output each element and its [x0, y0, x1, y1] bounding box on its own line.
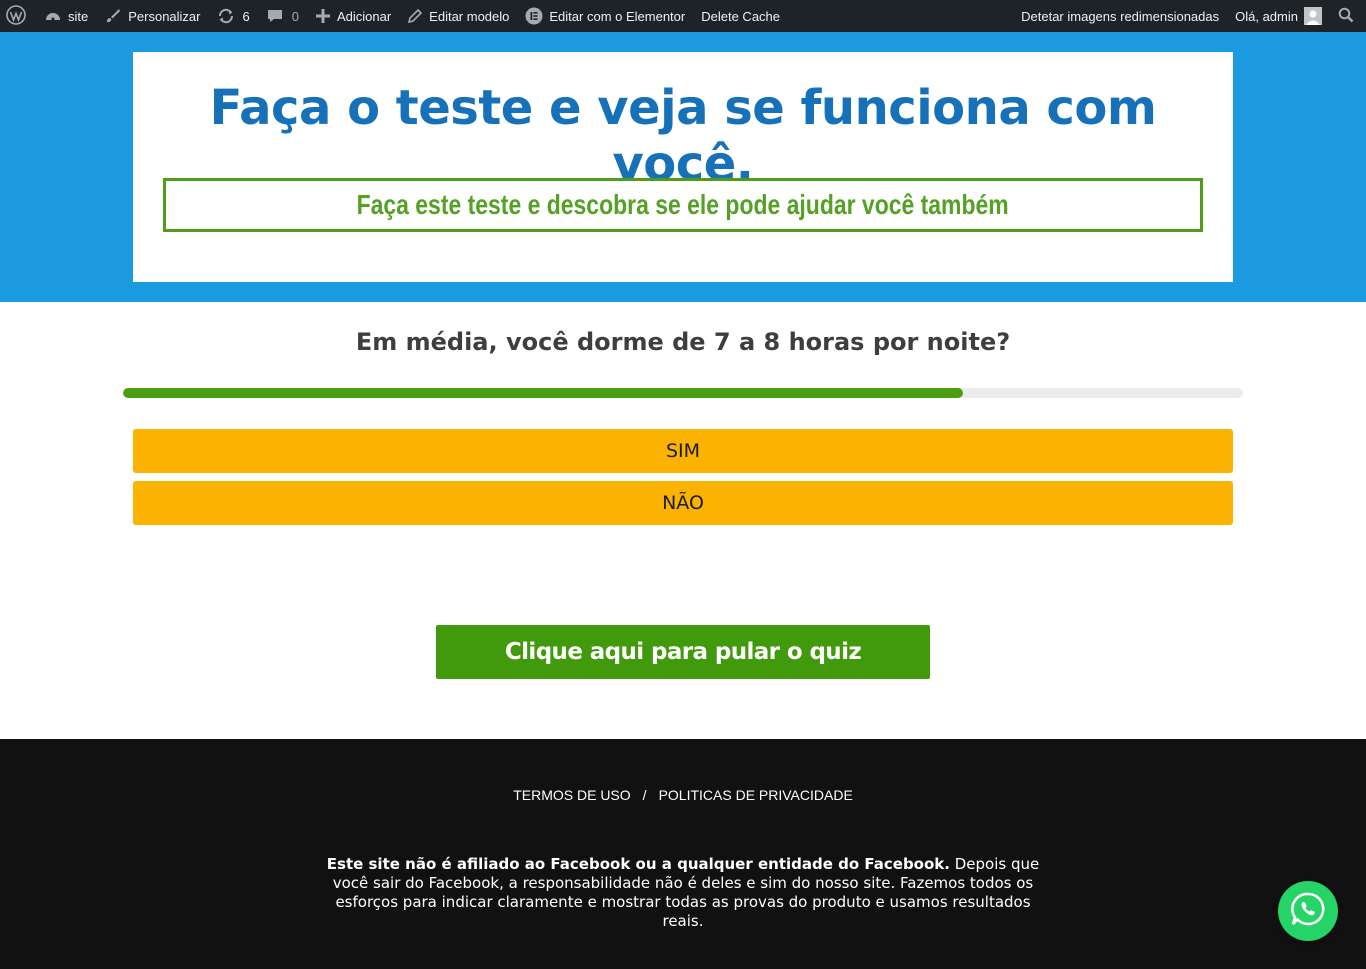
admin-bar-left: site Personalizar 6 0 Adicionar Editar m…: [0, 0, 788, 32]
avatar-icon: [1304, 7, 1322, 25]
comments-count: 0: [291, 8, 299, 24]
whatsapp-icon: [1289, 890, 1327, 933]
hero-card: Faça o teste e veja se funciona com você…: [133, 52, 1233, 282]
quiz-progress-bar: [123, 388, 1243, 398]
subtitle-box: Faça este teste e descobra se ele pode a…: [163, 178, 1203, 232]
skip-quiz-button[interactable]: Clique aqui para pular o quiz: [436, 625, 930, 679]
add-new-label: Adicionar: [336, 8, 392, 24]
wordpress-menu[interactable]: [0, 0, 36, 32]
edit-template-label: Editar modelo: [429, 8, 510, 24]
footer-link-separator: /: [642, 787, 647, 803]
quiz-progress-fill: [123, 388, 963, 398]
page-title: Faça o teste e veja se funciona com você…: [209, 80, 1157, 192]
updates-count: 6: [242, 8, 250, 24]
privacy-link[interactable]: POLITICAS DE PRIVACIDADE: [659, 787, 853, 803]
footer-links: TERMOS DE USO / POLITICAS DE PRIVACIDADE: [0, 787, 1366, 803]
answer-button-nao[interactable]: NÃO: [133, 481, 1233, 525]
greeting-label: Olá, admin: [1235, 8, 1298, 24]
updates-icon: [217, 7, 235, 25]
pencil-icon: [407, 8, 423, 24]
comments-menu[interactable]: 0: [258, 0, 307, 32]
admin-bar: site Personalizar 6 0 Adicionar Editar m…: [0, 0, 1366, 32]
elementor-label: Editar com o Elementor: [549, 8, 686, 24]
elementor-menu[interactable]: Editar com o Elementor: [517, 0, 693, 32]
page-subtitle: Faça este teste e descobra se ele pode a…: [356, 189, 1010, 220]
brush-icon: [104, 7, 122, 25]
edit-template-menu[interactable]: Editar modelo: [399, 0, 517, 32]
delete-cache-menu[interactable]: Delete Cache: [693, 0, 788, 32]
disclaimer-bold: Este site não é afiliado ao Facebook ou …: [326, 855, 950, 873]
quiz-question: Em média, você dorme de 7 a 8 horas por …: [355, 328, 1011, 356]
dashboard-icon: [44, 7, 62, 25]
customize-label: Personalizar: [128, 8, 201, 24]
search-icon: [1338, 7, 1354, 26]
search-toggle[interactable]: [1330, 0, 1366, 32]
answer-button-sim[interactable]: SIM: [133, 429, 1233, 473]
wordpress-logo-icon: [6, 4, 26, 28]
customize-menu[interactable]: Personalizar: [96, 0, 208, 32]
facebook-disclaimer: Este site não é afiliado ao Facebook ou …: [313, 855, 1053, 931]
add-new-menu[interactable]: Adicionar: [307, 0, 399, 32]
comment-icon: [266, 7, 284, 25]
updates-menu[interactable]: 6: [209, 0, 258, 32]
site-menu[interactable]: site: [36, 0, 96, 32]
admin-bar-right: Detetar imagens redimensionadas Olá, adm…: [1013, 0, 1366, 32]
terms-link[interactable]: TERMOS DE USO: [513, 787, 630, 803]
footer: TERMOS DE USO / POLITICAS DE PRIVACIDADE E…: [0, 739, 1366, 969]
detect-images-menu[interactable]: Detetar imagens redimensionadas: [1013, 0, 1227, 32]
hero-section: Faça o teste e veja se funciona com você…: [0, 32, 1366, 302]
delete-cache-label: Delete Cache: [701, 8, 781, 24]
elementor-icon: [525, 7, 543, 25]
account-menu[interactable]: Olá, admin: [1227, 0, 1330, 32]
plus-icon: [315, 8, 331, 24]
whatsapp-button[interactable]: [1278, 881, 1338, 941]
detect-images-label: Detetar imagens redimensionadas: [1021, 8, 1220, 24]
site-label: site: [68, 8, 89, 24]
